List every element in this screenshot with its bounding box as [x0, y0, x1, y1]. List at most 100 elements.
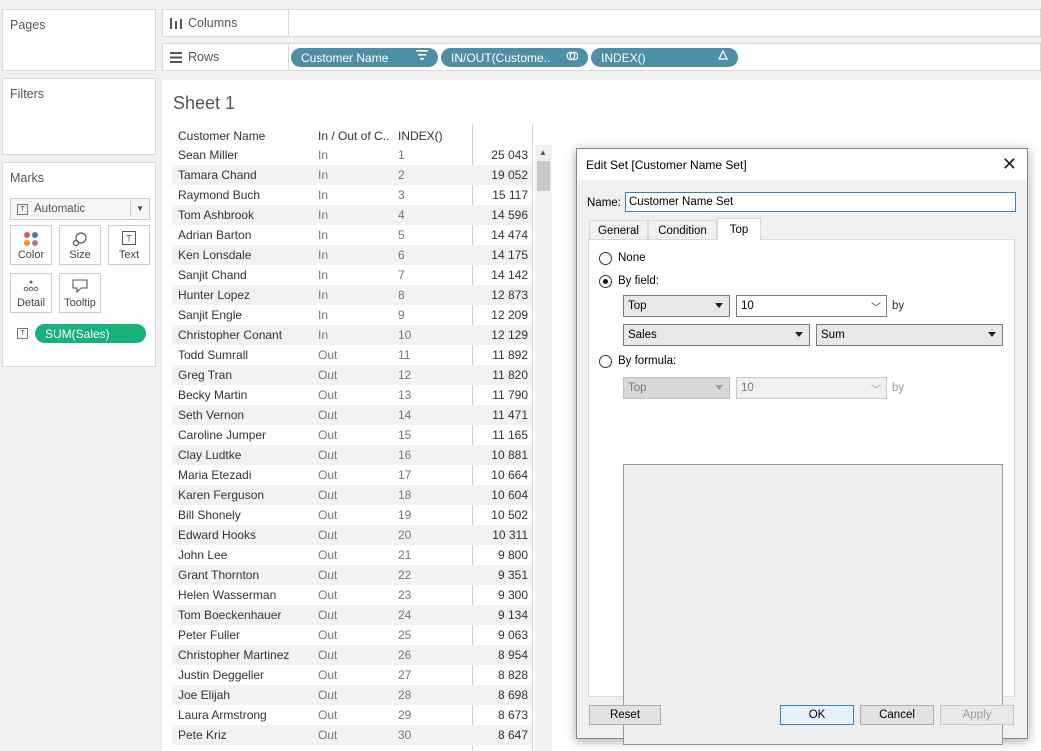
- columns-shelf[interactable]: Columns: [162, 9, 1041, 37]
- column-header-index[interactable]: INDEX(): [398, 129, 443, 143]
- index-cell: 11: [398, 348, 411, 362]
- columns-label: Columns: [170, 16, 237, 30]
- cancel-button[interactable]: Cancel: [860, 705, 934, 725]
- detail-button[interactable]: Detail: [10, 273, 52, 313]
- text-mark-icon: T: [17, 203, 28, 215]
- in-out-cell: Out: [318, 648, 338, 662]
- mark-type-value: Automatic: [34, 203, 86, 215]
- column-header-in-out[interactable]: In / Out of C..: [318, 129, 389, 143]
- set-name-input[interactable]: Customer Name Set: [625, 192, 1016, 212]
- size-icon: [60, 231, 100, 247]
- columns-icon: [170, 17, 182, 29]
- by-formula-radio[interactable]: [599, 355, 612, 368]
- table-row[interactable]: Pete Kriz Out 30 8 647: [172, 725, 532, 745]
- aggregation-select[interactable]: Sum: [816, 324, 1003, 346]
- scrollbar-thumb[interactable]: [537, 161, 550, 191]
- in-out-cell: Out: [318, 688, 338, 702]
- top-count-combo[interactable]: 10 ﹀: [736, 295, 887, 317]
- index-cell: 12: [398, 368, 412, 382]
- none-radio[interactable]: [599, 252, 612, 265]
- in-out-cell: In: [318, 288, 329, 302]
- table-row[interactable]: Sanjit Chand In 7 14 142: [172, 265, 532, 285]
- rows-label: Rows: [170, 50, 219, 64]
- customer-name-cell: Sanjit Chand: [178, 268, 247, 282]
- color-button[interactable]: Color: [10, 225, 52, 265]
- table-row[interactable]: Laura Armstrong Out 29 8 673: [172, 705, 532, 725]
- table-row[interactable]: Christopher Conant In 10 12 129: [172, 325, 532, 345]
- field-select[interactable]: Sales: [623, 324, 810, 346]
- customer-name-cell: Adrian Barton: [178, 228, 252, 242]
- reset-button[interactable]: Reset: [589, 705, 661, 725]
- formula-count-combo: 10 ﹀: [736, 377, 887, 399]
- table-row[interactable]: John Lee Out 21 9 800: [172, 545, 532, 565]
- table-row[interactable]: Grant Thornton Out 22 9 351: [172, 565, 532, 585]
- table-row[interactable]: Caroline Jumper Out 15 11 165: [172, 425, 532, 445]
- customer-name-cell: Christopher Conant: [178, 328, 283, 342]
- table-row[interactable]: Raymond Buch In 3 15 117: [172, 185, 532, 205]
- table-row[interactable]: Sean Miller In 1 25 043: [172, 145, 532, 165]
- in-out-pill[interactable]: IN/OUT(Custome..: [441, 48, 588, 67]
- in-out-cell: Out: [318, 568, 338, 582]
- tab-condition[interactable]: Condition: [648, 220, 717, 240]
- tooltip-button[interactable]: Tooltip: [59, 273, 101, 313]
- table-row[interactable]: Tom Ashbrook In 4 14 596: [172, 205, 532, 225]
- table-row[interactable]: Todd Sumrall Out 11 11 892: [172, 345, 532, 365]
- customer-name-cell: Tom Ashbrook: [178, 208, 255, 222]
- table-row[interactable]: Seth Vernon Out 14 11 471: [172, 405, 532, 425]
- index-pill[interactable]: INDEX(): [591, 48, 738, 67]
- ok-button[interactable]: OK: [780, 705, 854, 725]
- by-label: by: [892, 300, 905, 312]
- mark-type-dropdown[interactable]: T Automatic ▼: [10, 198, 150, 220]
- table-row[interactable]: Bill Shonely Out 19 10 502: [172, 505, 532, 525]
- table-row[interactable]: Peter Fuller Out 25 9 063: [172, 625, 532, 645]
- detail-dots-icon: [11, 279, 51, 293]
- table-row[interactable]: Ken Lonsdale In 6 14 175: [172, 245, 532, 265]
- close-icon[interactable]: ✕: [1002, 154, 1017, 175]
- rows-shelf[interactable]: Rows Customer Name IN/OUT(Custome.. INDE…: [162, 43, 1041, 71]
- table-row[interactable]: Hunter Lopez In 8 12 873: [172, 285, 532, 305]
- table-row[interactable]: Christopher Martinez Out 26 8 954: [172, 645, 532, 665]
- table-row[interactable]: Clay Ludtke Out 16 10 881: [172, 445, 532, 465]
- dropdown-arrow-icon: [715, 303, 723, 308]
- index-cell: 4: [398, 208, 405, 222]
- pages-title: Pages: [10, 18, 46, 32]
- tab-general[interactable]: General: [589, 220, 648, 240]
- index-cell: 6: [398, 248, 405, 262]
- index-cell: 29: [398, 708, 412, 722]
- formula-by-label: by: [892, 382, 905, 394]
- table-row[interactable]: Justin Deggeller Out 27 8 828: [172, 665, 532, 685]
- vertical-scrollbar[interactable]: ▲: [535, 145, 552, 751]
- sales-cell: 8 954: [497, 648, 528, 662]
- customer-name-cell: Becky Martin: [178, 388, 248, 402]
- index-cell: 24: [398, 608, 412, 622]
- set-icon: [566, 50, 579, 65]
- table-row[interactable]: Adrian Barton In 5 14 474: [172, 225, 532, 245]
- top-bottom-select[interactable]: Top: [623, 295, 730, 317]
- table-row[interactable]: Tamara Chand In 2 19 052: [172, 165, 532, 185]
- table-row[interactable]: Tom Boeckenhauer Out 24 9 134: [172, 605, 532, 625]
- in-out-cell: In: [318, 228, 329, 242]
- index-cell: 20: [398, 528, 412, 542]
- table-row[interactable]: Joe Elijah Out 28 8 698: [172, 685, 532, 705]
- table-row[interactable]: Helen Wasserman Out 23 9 300: [172, 585, 532, 605]
- text-button[interactable]: T Text: [108, 225, 150, 265]
- scroll-up-icon[interactable]: ▲: [539, 148, 547, 157]
- customer-name-pill[interactable]: Customer Name: [291, 48, 438, 67]
- table-row[interactable]: Edward Hooks Out 20 10 311: [172, 525, 532, 545]
- in-out-cell: Out: [318, 488, 338, 502]
- in-out-cell: In: [318, 248, 329, 262]
- size-button[interactable]: Size: [59, 225, 101, 265]
- table-row[interactable]: Becky Martin Out 13 11 790: [172, 385, 532, 405]
- table-row[interactable]: Sanjit Engle In 9 12 209: [172, 305, 532, 325]
- table-row[interactable]: Greg Tran Out 12 11 820: [172, 365, 532, 385]
- by-field-radio[interactable]: [599, 275, 612, 288]
- tab-top[interactable]: Top: [717, 218, 761, 240]
- sum-sales-pill[interactable]: SUM(Sales): [35, 324, 146, 343]
- in-out-cell: Out: [318, 388, 338, 402]
- dropdown-arrow-icon: [795, 332, 803, 337]
- table-row[interactable]: Karen Ferguson Out 18 10 604: [172, 485, 532, 505]
- in-out-cell: In: [318, 208, 329, 222]
- table-row[interactable]: Maria Etezadi Out 17 10 664: [172, 465, 532, 485]
- tooltip-label: Tooltip: [64, 297, 96, 309]
- column-header-customer-name[interactable]: Customer Name: [178, 129, 265, 143]
